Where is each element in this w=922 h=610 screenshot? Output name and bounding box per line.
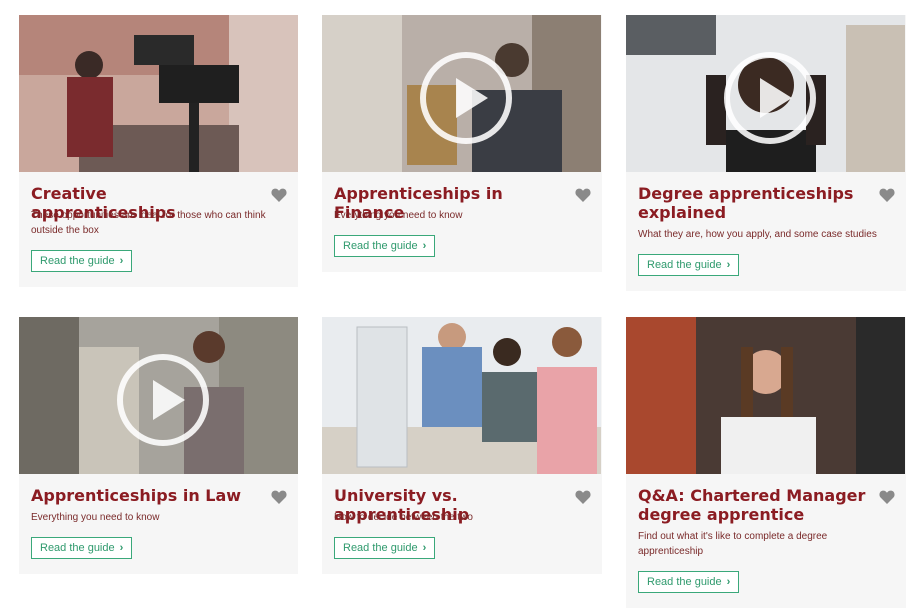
card-description: Find out what it's like to complete a de… bbox=[638, 531, 828, 557]
read-guide-button[interactable]: Read the guide › bbox=[31, 537, 133, 559]
card-description: How to decide between the two bbox=[334, 512, 473, 523]
thumbnail-image bbox=[19, 15, 298, 172]
read-guide-button[interactable]: Read the guide › bbox=[638, 254, 740, 276]
card-title[interactable]: Q&A: Chartered Manager degree apprentice bbox=[638, 486, 873, 524]
button-label: Read the guide bbox=[647, 576, 722, 588]
read-guide-button[interactable]: Read the guide › bbox=[334, 537, 436, 559]
card-description: Everything you need to know bbox=[334, 210, 463, 221]
guide-card-finance[interactable]: Apprenticeships in Finance Everything yo… bbox=[322, 15, 602, 272]
chevron-right-icon: › bbox=[119, 255, 124, 267]
thumbnail-image bbox=[322, 317, 601, 474]
chevron-right-icon: › bbox=[726, 259, 731, 271]
card-description: These opportunities are ideal for those … bbox=[31, 210, 266, 236]
card-title[interactable]: Apprenticeships in Law bbox=[31, 486, 256, 505]
card-thumbnail[interactable] bbox=[322, 15, 601, 172]
read-guide-button[interactable]: Read the guide › bbox=[31, 250, 133, 272]
play-video-icon[interactable] bbox=[419, 51, 512, 144]
card-title[interactable]: Degree apprenticeships explained bbox=[638, 184, 873, 222]
read-guide-button[interactable]: Read the guide › bbox=[638, 571, 740, 593]
guide-card-creative[interactable]: Creative apprenticeships These opportuni… bbox=[19, 15, 298, 287]
card-thumbnail[interactable] bbox=[626, 15, 905, 172]
heart-icon[interactable] bbox=[271, 490, 287, 504]
heart-icon[interactable] bbox=[271, 188, 287, 202]
button-label: Read the guide bbox=[40, 542, 115, 554]
button-label: Read the guide bbox=[40, 255, 115, 267]
guide-card-university[interactable]: University vs. apprenticeship How to dec… bbox=[322, 317, 602, 574]
card-thumbnail[interactable] bbox=[626, 317, 905, 474]
guide-card-law[interactable]: Apprenticeships in Law Everything you ne… bbox=[19, 317, 298, 574]
card-description: What they are, how you apply, and some c… bbox=[638, 229, 877, 240]
play-video-icon[interactable] bbox=[116, 353, 209, 446]
guide-card-chartered-manager[interactable]: Q&A: Chartered Manager degree apprentice… bbox=[626, 317, 906, 608]
card-thumbnail[interactable] bbox=[19, 317, 298, 474]
card-thumbnail[interactable] bbox=[322, 317, 601, 474]
chevron-right-icon: › bbox=[422, 240, 427, 252]
card-thumbnail[interactable] bbox=[19, 15, 298, 172]
heart-icon[interactable] bbox=[575, 490, 591, 504]
button-label: Read the guide bbox=[343, 542, 418, 554]
play-video-icon[interactable] bbox=[723, 51, 816, 144]
button-label: Read the guide bbox=[647, 259, 722, 271]
guide-card-degree[interactable]: Degree apprenticeships explained What th… bbox=[626, 15, 906, 291]
button-label: Read the guide bbox=[343, 240, 418, 252]
heart-icon[interactable] bbox=[879, 490, 895, 504]
chevron-right-icon: › bbox=[119, 542, 124, 554]
heart-icon[interactable] bbox=[879, 188, 895, 202]
heart-icon[interactable] bbox=[575, 188, 591, 202]
chevron-right-icon: › bbox=[422, 542, 427, 554]
read-guide-button[interactable]: Read the guide › bbox=[334, 235, 436, 257]
card-description: Everything you need to know bbox=[31, 512, 160, 523]
thumbnail-image bbox=[626, 317, 905, 474]
chevron-right-icon: › bbox=[726, 576, 731, 588]
